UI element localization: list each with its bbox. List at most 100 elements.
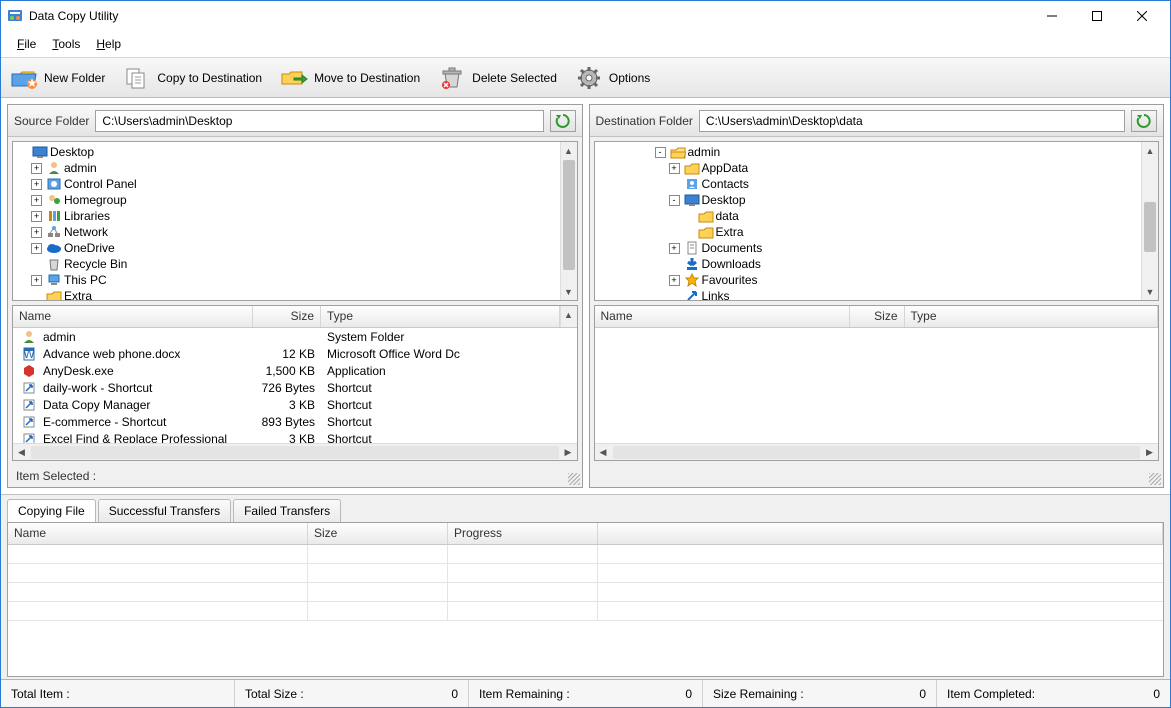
menu-file[interactable]: File xyxy=(9,33,44,55)
tree-expander[interactable]: - xyxy=(655,147,666,158)
tree-expander[interactable]: + xyxy=(669,163,680,174)
tree-item[interactable]: +admin xyxy=(13,160,560,176)
tree-label: AppData xyxy=(702,161,749,175)
folder-icon xyxy=(698,208,714,224)
source-listview[interactable]: Name Size Type ▲ adminSystem FolderWAdva… xyxy=(12,305,578,461)
tree-expander[interactable]: + xyxy=(669,275,680,286)
dest-tree[interactable]: -admin+AppDataContacts-DesktopdataExtra+… xyxy=(594,141,1160,301)
tree-item[interactable]: +Favourites xyxy=(595,272,1142,288)
source-tree[interactable]: Desktop+admin+Control Panel+Homegroup+Li… xyxy=(12,141,578,301)
tree-expander[interactable]: + xyxy=(31,179,42,190)
list-item[interactable]: daily-work - Shortcut726 BytesShortcut xyxy=(13,379,577,396)
file-type: Shortcut xyxy=(321,398,577,412)
list-item[interactable]: WAdvance web phone.docx12 KBMicrosoft Of… xyxy=(13,345,577,362)
window-title: Data Copy Utility xyxy=(29,9,1029,23)
tree-label: Desktop xyxy=(50,145,94,159)
col-name[interactable]: Name xyxy=(8,523,308,544)
tree-label: Links xyxy=(702,289,730,300)
close-button[interactable] xyxy=(1119,2,1164,31)
tree-expander[interactable]: + xyxy=(31,275,42,286)
tree-expander[interactable]: + xyxy=(669,243,680,254)
file-size: 726 Bytes xyxy=(253,381,321,395)
col-size[interactable]: Size xyxy=(308,523,448,544)
tree-item[interactable]: -Desktop xyxy=(595,192,1142,208)
menu-help[interactable]: Help xyxy=(88,33,129,55)
tree-item[interactable]: Contacts xyxy=(595,176,1142,192)
tab-copying[interactable]: Copying File xyxy=(7,499,96,522)
tree-expander[interactable]: + xyxy=(31,227,42,238)
minimize-button[interactable] xyxy=(1029,2,1074,31)
tree-expander[interactable]: + xyxy=(31,211,42,222)
tree-item[interactable]: Links xyxy=(595,288,1142,300)
tree-item[interactable]: +Control Panel xyxy=(13,176,560,192)
resize-grip[interactable] xyxy=(1149,473,1161,485)
move-button[interactable]: Move to Destination xyxy=(275,61,431,95)
options-button[interactable]: Options xyxy=(570,61,661,95)
docs-icon xyxy=(684,240,700,256)
list-item[interactable]: E-commerce - Shortcut893 BytesShortcut xyxy=(13,413,577,430)
scrollbar-vertical[interactable]: ▲▼ xyxy=(560,142,577,300)
source-path-input[interactable] xyxy=(95,110,543,132)
tree-label: Network xyxy=(64,225,108,239)
dest-path-input[interactable] xyxy=(699,110,1125,132)
menu-tools[interactable]: Tools xyxy=(44,33,88,55)
col-size[interactable]: Size xyxy=(253,306,321,327)
total-size-label: Total Size : xyxy=(245,687,304,701)
col-type[interactable]: Type xyxy=(905,306,1159,327)
dest-status xyxy=(590,465,1164,487)
tree-label: Documents xyxy=(702,241,763,255)
tree-expander[interactable]: - xyxy=(669,195,680,206)
transfer-grid[interactable]: Name Size Progress xyxy=(7,522,1164,677)
col-name[interactable]: Name xyxy=(13,306,253,327)
col-size[interactable]: Size xyxy=(850,306,905,327)
tree-expander[interactable]: + xyxy=(31,163,42,174)
scrollbar-vertical[interactable]: ▲▼ xyxy=(1141,142,1158,300)
new-folder-button[interactable]: ★ New Folder xyxy=(5,61,116,95)
tree-label: admin xyxy=(688,145,721,159)
tree-item[interactable]: Recycle Bin xyxy=(13,256,560,272)
scrollbar-horizontal[interactable]: ◀▶ xyxy=(13,443,577,460)
dest-listview[interactable]: Name Size Type ◀▶ xyxy=(594,305,1160,461)
scrollbar-vertical[interactable]: ▲ xyxy=(560,306,577,327)
list-item[interactable]: Data Copy Manager3 KBShortcut xyxy=(13,396,577,413)
lib-icon xyxy=(46,208,62,224)
file-size: 1,500 KB xyxy=(253,364,321,378)
maximize-button[interactable] xyxy=(1074,2,1119,31)
source-refresh-button[interactable] xyxy=(550,110,576,132)
tree-expander[interactable]: + xyxy=(31,195,42,206)
col-name[interactable]: Name xyxy=(595,306,850,327)
list-item[interactable]: Excel Find & Replace Professional3 KBSho… xyxy=(13,430,577,443)
move-icon xyxy=(280,64,308,92)
tree-item[interactable]: + AppData xyxy=(595,160,1142,176)
tree-item[interactable]: data xyxy=(595,208,1142,224)
tree-item[interactable]: Desktop xyxy=(13,144,560,160)
resize-grip[interactable] xyxy=(568,473,580,485)
tree-item[interactable]: Downloads xyxy=(595,256,1142,272)
folder-open-icon xyxy=(670,144,686,160)
col-type[interactable]: Type xyxy=(321,306,560,327)
tree-item[interactable]: +This PC xyxy=(13,272,560,288)
file-name: admin xyxy=(43,330,76,344)
tree-item[interactable]: +Libraries xyxy=(13,208,560,224)
gear-icon xyxy=(575,64,603,92)
list-item[interactable]: AnyDesk.exe1,500 KBApplication xyxy=(13,362,577,379)
copy-button[interactable]: Copy to Destination xyxy=(118,61,273,95)
delete-button[interactable]: Delete Selected xyxy=(433,61,568,95)
tree-item[interactable]: +OneDrive xyxy=(13,240,560,256)
file-type: Microsoft Office Word Dc xyxy=(321,347,577,361)
tree-item[interactable]: Extra xyxy=(595,224,1142,240)
col-progress[interactable]: Progress xyxy=(448,523,598,544)
tree-item[interactable]: + Network xyxy=(13,224,560,240)
list-item[interactable]: adminSystem Folder xyxy=(13,328,577,345)
tab-success[interactable]: Successful Transfers xyxy=(98,499,231,522)
tree-item[interactable]: - admin xyxy=(595,144,1142,160)
tree-item[interactable]: +Homegroup xyxy=(13,192,560,208)
tree-item[interactable]: + Documents xyxy=(595,240,1142,256)
tree-expander[interactable]: + xyxy=(31,243,42,254)
col-blank[interactable] xyxy=(598,523,1163,544)
tab-failed[interactable]: Failed Transfers xyxy=(233,499,341,522)
scrollbar-horizontal[interactable]: ◀▶ xyxy=(595,443,1159,460)
file-name: Data Copy Manager xyxy=(43,398,150,412)
tree-item[interactable]: Extra xyxy=(13,288,560,300)
dest-refresh-button[interactable] xyxy=(1131,110,1157,132)
